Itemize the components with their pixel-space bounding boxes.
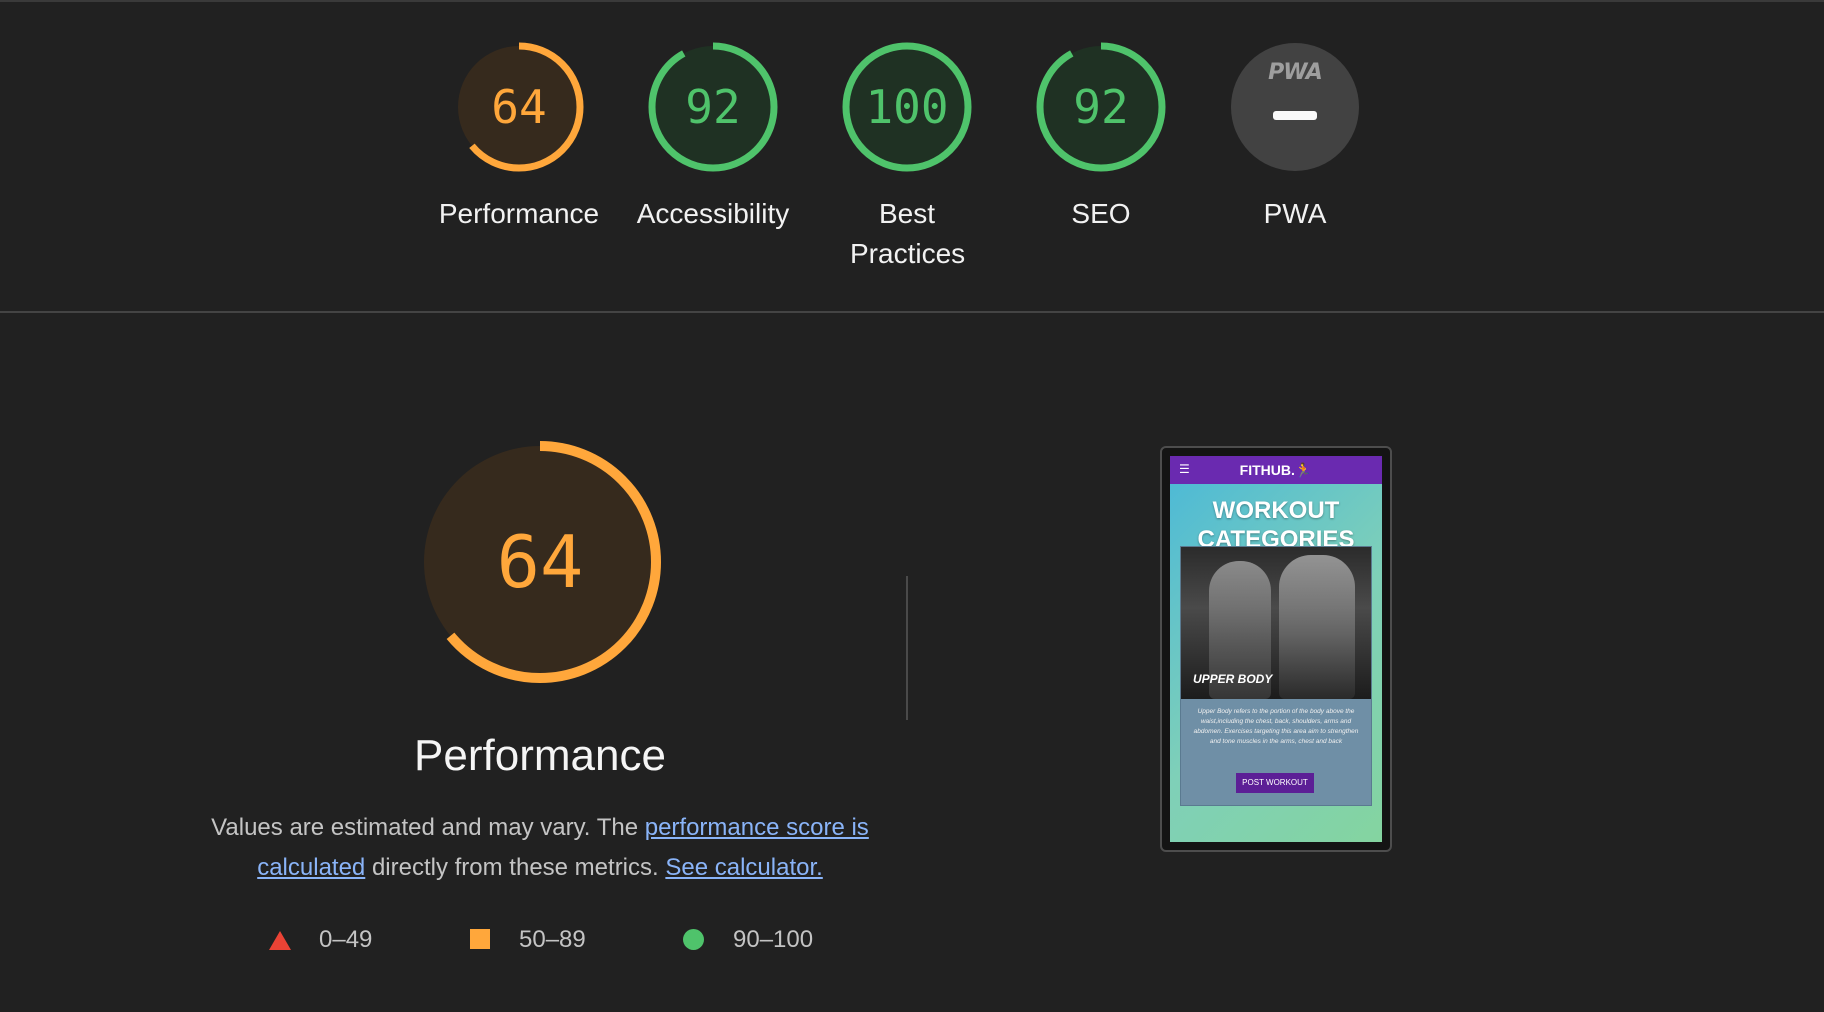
accessibility-label: Accessibility bbox=[636, 198, 790, 229]
seo-score: 92 bbox=[1073, 80, 1129, 134]
legend-average-range: 50–89 bbox=[519, 926, 586, 953]
gauge-pwa[interactable]: PWA PWA bbox=[1198, 42, 1392, 234]
desc-prefix: Values are estimated and may vary. The bbox=[211, 814, 645, 841]
performance-description: Values are estimated and may vary. The p… bbox=[210, 808, 870, 888]
workout-description: Upper Body refers to the portion of the … bbox=[1193, 708, 1359, 745]
performance-main-gauge: 64 bbox=[418, 440, 662, 684]
see-calculator-link[interactable]: See calculator. bbox=[665, 854, 822, 881]
screenshot-screen: ☰ FITHUB.🏃 WORKOUT CATEGORIES UPPER BODY… bbox=[1170, 456, 1382, 842]
circle-icon bbox=[683, 929, 704, 950]
heading-line-1: WORKOUT bbox=[1212, 497, 1340, 524]
gauge-performance[interactable]: 64 Performance bbox=[422, 42, 616, 234]
final-screenshot-thumbnail[interactable]: ☰ FITHUB.🏃 WORKOUT CATEGORIES UPPER BODY… bbox=[1160, 446, 1392, 852]
square-icon bbox=[470, 929, 490, 949]
triangle-icon bbox=[269, 931, 291, 950]
performance-score: 64 bbox=[491, 80, 547, 134]
legend-pass-range: 90–100 bbox=[733, 926, 814, 953]
post-workout-button: POST WORKOUT bbox=[1236, 773, 1314, 793]
best-practices-label: Best Practices bbox=[850, 198, 966, 269]
pwa-dash-icon bbox=[1273, 111, 1317, 120]
gauge-seo[interactable]: 92 SEO bbox=[1004, 42, 1198, 234]
runner-icon: 🏃 bbox=[1294, 462, 1313, 478]
gauge-best-practices[interactable]: 100 Best Practices bbox=[810, 42, 1004, 274]
best-practices-score: 100 bbox=[865, 80, 949, 134]
accessibility-ring: 92 bbox=[648, 42, 778, 172]
pwa-logo-icon: PWA bbox=[1268, 60, 1323, 85]
performance-title: Performance bbox=[414, 731, 666, 780]
seo-label: SEO bbox=[1071, 198, 1131, 229]
seo-ring: 92 bbox=[1036, 42, 1166, 172]
legend-fail-range: 0–49 bbox=[319, 926, 373, 953]
performance-main-score: 64 bbox=[496, 520, 584, 604]
score-legend: 0–49 50–89 90–100 bbox=[0, 922, 1000, 962]
workout-photo: UPPER BODY bbox=[1181, 547, 1371, 699]
pwa-ring: PWA bbox=[1230, 42, 1360, 172]
brand-text: FITHUB. bbox=[1239, 462, 1295, 478]
desc-middle: directly from these metrics. bbox=[365, 854, 666, 881]
workout-photo-label: UPPER BODY bbox=[1193, 672, 1273, 686]
best-practices-ring: 100 bbox=[842, 42, 972, 172]
performance-ring: 64 bbox=[454, 42, 584, 172]
gauge-accessibility[interactable]: 92 Accessibility bbox=[616, 42, 810, 234]
pwa-label: PWA bbox=[1263, 198, 1327, 229]
vertical-divider bbox=[906, 576, 908, 720]
top-divider bbox=[0, 0, 1824, 2]
performance-label: Performance bbox=[438, 198, 600, 229]
screenshot-appbar: ☰ FITHUB.🏃 bbox=[1170, 456, 1382, 484]
section-divider bbox=[0, 311, 1824, 313]
screenshot-brand: FITHUB.🏃 bbox=[1170, 462, 1382, 479]
accessibility-score: 92 bbox=[685, 80, 741, 134]
workout-card: UPPER BODY Upper Body refers to the port… bbox=[1180, 546, 1372, 806]
athlete-figure-2 bbox=[1279, 555, 1355, 699]
